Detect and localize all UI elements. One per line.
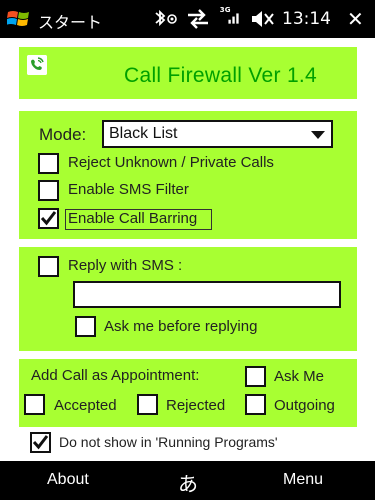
checkmark-icon	[32, 435, 49, 450]
rejected-label[interactable]: Rejected	[166, 397, 225, 414]
outgoing-label[interactable]: Outgoing	[274, 397, 335, 414]
sms-filter-checkbox[interactable]	[38, 180, 59, 201]
hide-running-checkbox[interactable]	[30, 432, 51, 453]
close-icon[interactable]: ✕	[347, 7, 364, 31]
soft-key-bar: About あ Menu	[0, 461, 375, 500]
status-bar: スタート 3G 13:14 ✕	[0, 0, 375, 38]
ask-before-label[interactable]: Ask me before replying	[104, 318, 257, 335]
app-logo-icon	[27, 55, 47, 75]
ask-me-checkbox[interactable]	[245, 366, 266, 387]
hide-running-label[interactable]: Do not show in 'Running Programs'	[59, 434, 278, 450]
bluetooth-icon	[155, 9, 177, 27]
accepted-checkbox[interactable]	[24, 394, 45, 415]
appointment-heading: Add Call as Appointment:	[31, 367, 200, 384]
sms-filter-label[interactable]: Enable SMS Filter	[68, 181, 189, 198]
mode-dropdown[interactable]: Black List	[102, 120, 333, 148]
mode-selected-value: Black List	[109, 125, 178, 142]
rejected-checkbox[interactable]	[137, 394, 158, 415]
start-menu-label[interactable]: スタート	[38, 9, 102, 33]
windows-start-icon[interactable]	[7, 8, 31, 30]
ask-before-checkbox[interactable]	[75, 316, 96, 337]
chevron-down-icon[interactable]	[311, 131, 325, 139]
header-panel: Call Firewall Ver 1.4	[19, 47, 357, 99]
mode-label: Mode:	[39, 125, 87, 144]
ask-me-label[interactable]: Ask Me	[274, 368, 324, 385]
checkmark-icon	[40, 211, 57, 226]
about-softkey[interactable]: About	[47, 471, 89, 489]
app-title: Call Firewall Ver 1.4	[124, 64, 318, 87]
input-method-icon[interactable]: あ	[178, 468, 198, 497]
svg-text:3G: 3G	[220, 5, 231, 14]
reject-unknown-label[interactable]: Reject Unknown / Private Calls	[68, 154, 274, 171]
reply-sms-label[interactable]: Reply with SMS :	[68, 257, 182, 274]
reply-text-input[interactable]	[73, 281, 341, 308]
reject-unknown-checkbox[interactable]	[38, 153, 59, 174]
data-sync-arrows-icon	[188, 9, 208, 29]
call-barring-label[interactable]: Enable Call Barring	[68, 210, 197, 227]
clock[interactable]: 13:14	[282, 9, 331, 29]
menu-softkey[interactable]: Menu	[283, 471, 323, 489]
accepted-label[interactable]: Accepted	[54, 397, 117, 414]
signal-3g-icon: 3G	[220, 5, 239, 24]
reply-sms-checkbox[interactable]	[38, 256, 59, 277]
outgoing-checkbox[interactable]	[245, 394, 266, 415]
call-barring-checkbox[interactable]	[38, 208, 59, 229]
speaker-muted-icon[interactable]	[250, 8, 276, 30]
